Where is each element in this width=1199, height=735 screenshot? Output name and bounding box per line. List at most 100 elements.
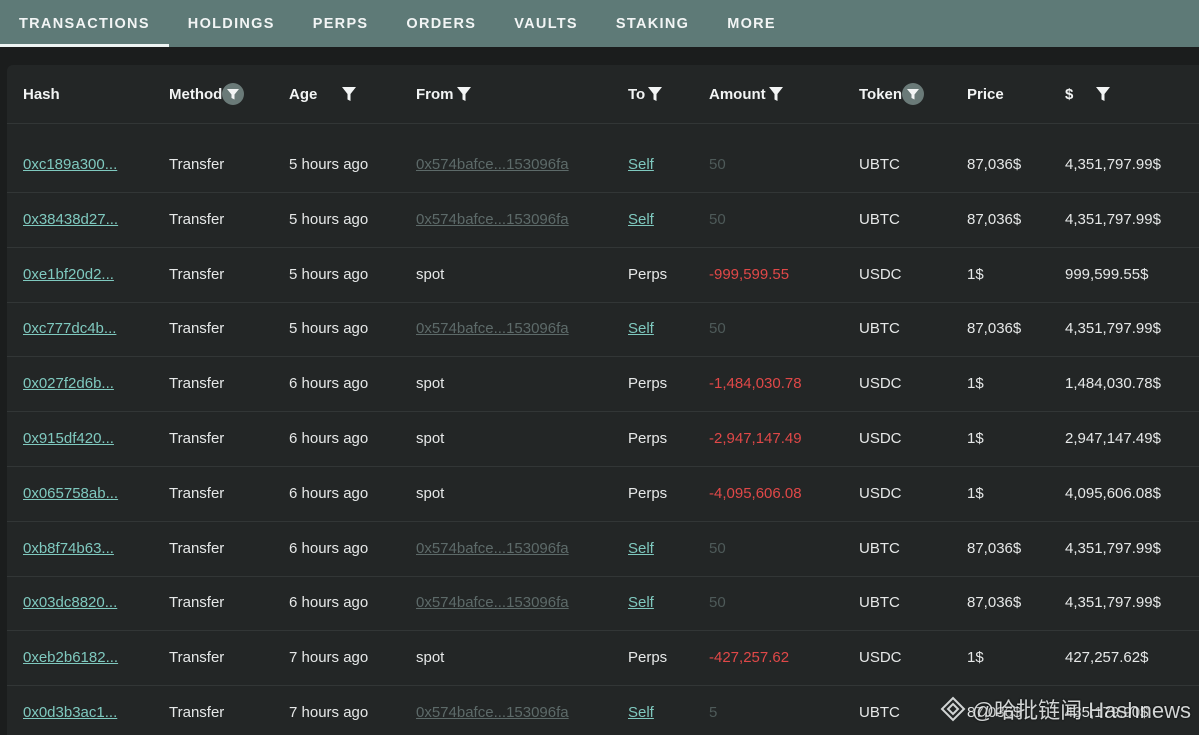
cell-method: Transfer xyxy=(169,320,225,338)
cell-to: Perps xyxy=(628,649,668,667)
cell-amount: 50 xyxy=(709,210,726,228)
cell-age: 6 hours ago xyxy=(289,484,369,502)
tab-holdings[interactable]: HOLDINGS xyxy=(169,0,294,47)
cell-from: spot xyxy=(416,430,445,447)
cell-hash[interactable]: 0xb8f74b63... xyxy=(23,522,114,576)
column-label: Hash xyxy=(23,85,60,103)
column-header-hash: Hash xyxy=(23,65,60,123)
cell-hash[interactable]: 0xeb2b6182... xyxy=(23,631,118,685)
column-header-amount: Amount xyxy=(709,65,786,123)
usd-filter-icon[interactable] xyxy=(1093,84,1113,104)
cell-method: Transfer xyxy=(169,375,225,393)
cell-to[interactable]: Self xyxy=(628,302,654,356)
cell-token: UBTC xyxy=(859,704,900,721)
cell-to[interactable]: Self xyxy=(628,576,654,630)
cell-amount: -427,257.62 xyxy=(709,649,790,667)
column-header-age: Age xyxy=(289,65,359,123)
age-filter-icon[interactable] xyxy=(339,84,359,104)
cell-method: Transfer xyxy=(169,649,225,667)
cell-method: Transfer xyxy=(169,594,225,612)
token-filter-icon[interactable] xyxy=(902,83,925,105)
cell-to[interactable]: Self xyxy=(628,193,654,247)
cell-token: UBTC xyxy=(859,210,900,228)
cell-age: 6 hours ago xyxy=(289,430,369,447)
cell-price: 87,036$ xyxy=(967,210,1022,228)
tab-more[interactable]: MORE xyxy=(708,0,795,47)
cell-usd: 4,351,797.99$ xyxy=(1065,594,1161,612)
cell-token: UBTC xyxy=(859,320,900,338)
cell-usd: 2,947,147.49$ xyxy=(1065,430,1161,447)
column-header-method: Method xyxy=(169,65,245,123)
transactions-table: Hash Method Age From To Amount Token Pri… xyxy=(7,65,1199,735)
table-row: 0xc777dc4b... Transfer 5 hours ago 0x574baf… xyxy=(7,302,1199,358)
cell-hash[interactable]: 0xc777dc4b... xyxy=(23,302,116,356)
cell-token: USDC xyxy=(859,265,902,283)
cell-age: 7 hours ago xyxy=(289,649,369,667)
tab-orders[interactable]: ORDERS xyxy=(387,0,495,47)
top-nav: TRANSACTIONS HOLDINGS PERPS ORDERS VAULT… xyxy=(0,0,1199,47)
cell-hash[interactable]: 0xe1bf20d2... xyxy=(23,248,114,302)
cell-hash[interactable]: 0x38438d27... xyxy=(23,193,118,247)
table-row: 0x38438d27... Transfer 5 hours ago 0x574baf… xyxy=(7,193,1199,248)
cell-from[interactable]: 0x574bafce...153096fa xyxy=(416,302,569,356)
cell-token: UBTC xyxy=(859,594,900,612)
to-filter-icon[interactable] xyxy=(645,84,665,104)
cell-hash[interactable]: 0x065758ab... xyxy=(23,467,118,521)
amount-filter-icon[interactable] xyxy=(766,84,786,104)
cell-age: 5 hours ago xyxy=(289,320,369,338)
tab-vaults[interactable]: VAULTS xyxy=(495,0,597,47)
tab-transactions[interactable]: TRANSACTIONS xyxy=(0,0,169,47)
cell-age: 6 hours ago xyxy=(289,594,369,612)
cell-method: Transfer xyxy=(169,210,225,228)
cell-usd: 4,095,606.08$ xyxy=(1065,484,1161,502)
column-header-usd: $ xyxy=(1065,65,1113,123)
cell-from[interactable]: 0x574bafce...153096fa xyxy=(416,576,569,630)
cell-from[interactable]: 0x574bafce...153096fa xyxy=(416,686,569,735)
cell-hash[interactable]: 0x027f2d6b... xyxy=(23,357,114,411)
tab-perps[interactable]: PERPS xyxy=(294,0,388,47)
cell-price: 87,036$ xyxy=(967,156,1022,173)
cell-price: 87,036$ xyxy=(967,320,1022,338)
cell-age: 5 hours ago xyxy=(289,156,369,173)
from-filter-icon[interactable] xyxy=(454,84,474,104)
cell-hash[interactable]: 0x915df420... xyxy=(23,412,114,466)
column-label: From xyxy=(416,85,454,103)
method-filter-icon[interactable] xyxy=(222,83,245,105)
cell-amount: 50 xyxy=(709,594,726,612)
cell-amount: 50 xyxy=(709,320,726,338)
cell-usd: 427,257.62$ xyxy=(1065,649,1149,667)
cell-from: spot xyxy=(416,265,445,283)
cell-hash[interactable]: 0x0d3b3ac1... xyxy=(23,686,117,735)
cell-token: USDC xyxy=(859,430,902,447)
cell-method: Transfer xyxy=(169,539,225,557)
column-header-token: Token xyxy=(859,65,925,123)
column-label: Price xyxy=(967,85,1004,103)
cell-to[interactable]: Self xyxy=(628,686,654,735)
cell-to: Perps xyxy=(628,375,668,393)
tab-staking[interactable]: STAKING xyxy=(597,0,708,47)
cell-hash[interactable]: 0x03dc8820... xyxy=(23,576,117,630)
cell-hash[interactable]: 0xc189a300... xyxy=(23,138,117,192)
column-header-from: From xyxy=(416,65,474,123)
cell-from[interactable]: 0x574bafce...153096fa xyxy=(416,193,569,247)
cell-method: Transfer xyxy=(169,704,225,721)
column-label: Method xyxy=(169,85,223,103)
cell-from[interactable]: 0x574bafce...153096fa xyxy=(416,138,569,192)
cell-to[interactable]: Self xyxy=(628,522,654,576)
cell-price: 87,036$ xyxy=(967,594,1022,612)
cell-token: UBTC xyxy=(859,539,900,557)
table-row: 0x915df420... Transfer 6 hours ago spot Perp… xyxy=(7,412,1199,467)
cell-amount: -2,947,147.49 xyxy=(709,430,802,447)
cell-age: 6 hours ago xyxy=(289,539,369,557)
cell-to[interactable]: Self xyxy=(628,138,654,192)
cell-from[interactable]: 0x574bafce...153096fa xyxy=(416,522,569,576)
cell-token: USDC xyxy=(859,649,902,667)
column-label: Age xyxy=(289,85,318,103)
cell-usd: 999,599.55$ xyxy=(1065,265,1149,283)
cell-token: UBTC xyxy=(859,156,900,173)
watermark: @哈批链闻 Hashnews xyxy=(940,693,1191,725)
cell-method: Transfer xyxy=(169,265,225,283)
table-row: 0xc189a300... Transfer 5 hours ago 0x574baf… xyxy=(7,138,1199,193)
cell-from: spot xyxy=(416,484,445,502)
cell-amount: 50 xyxy=(709,539,726,557)
